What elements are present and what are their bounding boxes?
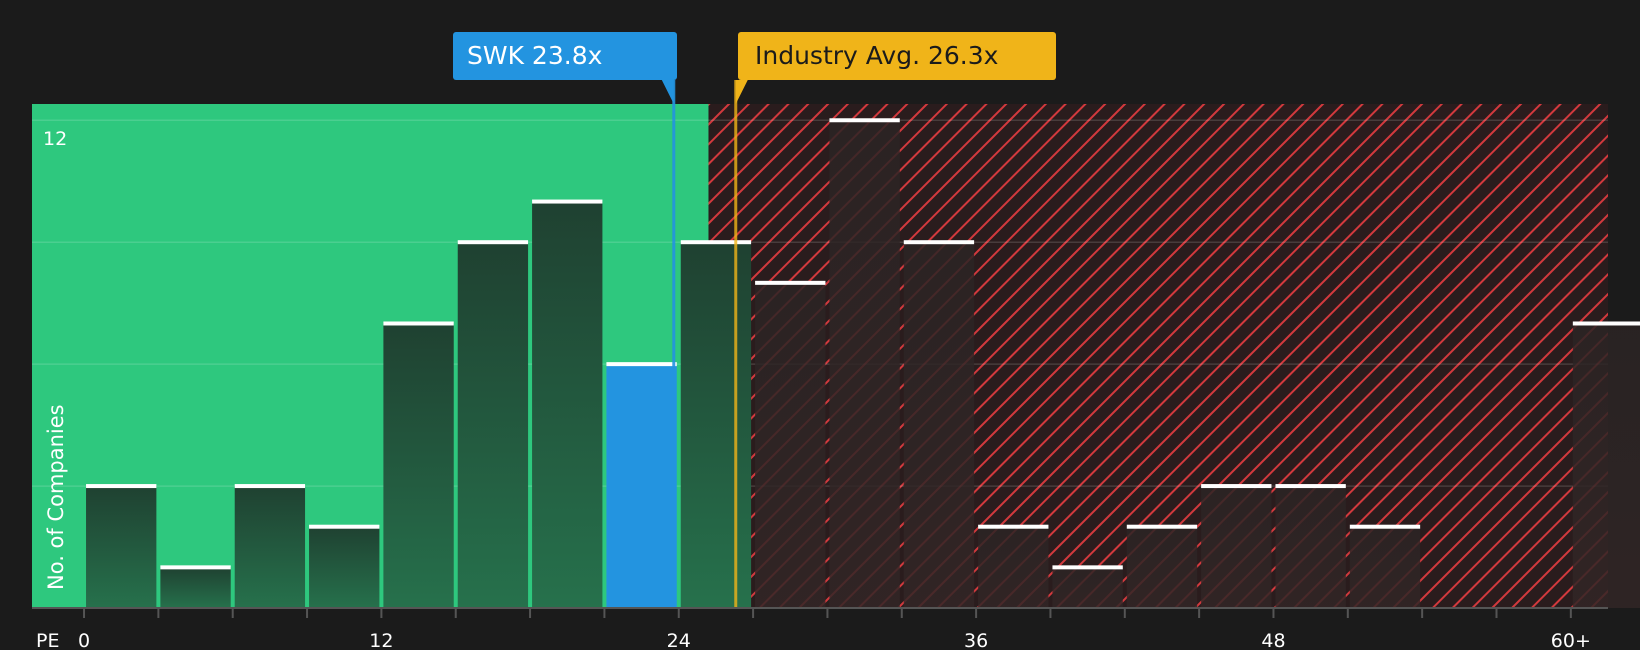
bar [1126,526,1198,608]
bar-cap [309,524,380,529]
pe-histogram-chart: 0 12 24 36 48 60+ PE No. of Companies 12 [32,80,1640,650]
bar [1275,486,1346,608]
bar-cap [755,280,826,285]
x-tick-label: 12 [369,630,393,650]
bar-cap [1572,321,1640,326]
industry-avg-callout: Industry Avg. 26.3x [738,32,1056,80]
x-tick-label: 36 [964,630,988,650]
industry-callout-pointer [735,80,748,104]
bar [457,242,529,608]
bar-cap [1126,524,1198,529]
highlight-bar [606,364,677,608]
bar [680,242,752,608]
bar-cap [1349,524,1421,529]
x-tick-label: 60+ [1551,630,1591,650]
bar-cap [160,565,231,570]
bar-cap [457,240,529,245]
bar [755,282,826,608]
company-pe-callout: SWK 23.8x [453,32,677,80]
bar-cap [978,524,1049,529]
bar-cap [234,484,306,489]
bar [1052,567,1123,608]
bar-cap [86,484,157,489]
x-tick-label: 0 [78,630,90,650]
bar [1349,526,1421,608]
bar [160,567,231,608]
bar-cap [532,199,603,204]
bar [978,526,1049,608]
bar-cap [606,362,677,367]
bar [234,486,306,608]
bar [829,120,900,609]
bar [1572,323,1640,608]
bar-cap [1052,565,1123,570]
company-callout-pointer [661,80,674,104]
x-tick-label: 24 [667,630,691,650]
bar [383,323,454,608]
x-axis-label: PE [36,630,59,650]
bar-cap [1201,484,1272,489]
y-axis-label: No. of Companies [44,404,68,590]
bar [1201,486,1272,608]
x-ticks: 0 12 24 36 48 60+ [78,608,1591,650]
bar-cap [1275,484,1346,489]
bar [86,486,157,608]
bar [309,526,380,608]
x-tick-label: 48 [1261,630,1285,650]
bar-cap [383,321,454,326]
bar [903,242,975,608]
bar-cap [829,118,900,123]
bar-cap [903,240,975,245]
bar [532,201,603,608]
y-tick-label: 12 [43,128,67,150]
bar-cap [680,240,752,245]
